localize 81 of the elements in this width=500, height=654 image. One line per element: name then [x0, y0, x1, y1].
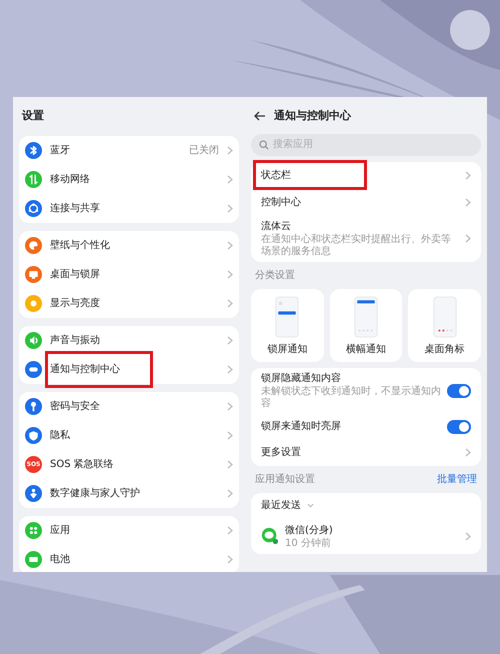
chat-bubble-icon: [261, 527, 279, 546]
row-label: 通知与控制中心: [50, 362, 121, 376]
sort-dropdown[interactable]: 最近发送: [261, 498, 301, 513]
toggle-switch[interactable]: [447, 420, 471, 434]
row-label: 壁纸与个性化: [50, 238, 111, 252]
settings-row[interactable]: 数字健康与家人守护: [25, 478, 233, 508]
row-label: 隐私: [50, 428, 71, 442]
settings-row[interactable]: 控制中心: [261, 188, 471, 216]
row-description: 在通知中心和状态栏实时提醒出行、外卖等场景的服务信息: [261, 234, 452, 258]
back-arrow-icon: [254, 111, 266, 122]
chevron-icon: [227, 402, 233, 410]
row-label: 锁屏来通知时亮屏: [261, 420, 342, 434]
chevron-icon: [227, 204, 233, 212]
settings-row[interactable]: 声音与振动: [25, 326, 233, 354]
row-label: 桌面与锁屏: [50, 268, 101, 282]
chevron-icon: [465, 198, 471, 206]
page-title: 通知与控制中心: [274, 108, 351, 124]
row-label: 电池: [50, 552, 71, 566]
category-tile[interactable]: 桌面角标: [408, 288, 482, 362]
row-description: 未解锁状态下收到通知时，不显示通知内容: [261, 386, 441, 410]
row-label: 密码与安全: [50, 400, 101, 414]
category-tile[interactable]: 锁屏通知: [251, 288, 324, 362]
row-label: 显示与亮度: [50, 296, 101, 310]
batch-manage-link[interactable]: 批量管理: [437, 472, 477, 486]
chevron-icon: [227, 336, 233, 344]
chevron-icon: [227, 488, 233, 498]
page-title: 设置: [20, 108, 45, 124]
row-label: 状态栏: [261, 168, 292, 182]
settings-row[interactable]: 锁屏隐藏通知内容 未解锁状态下收到通知时，不显示通知内容: [261, 368, 471, 414]
settings-row[interactable]: 移动网络: [25, 164, 233, 194]
row-label: SOS 紧急联络: [50, 458, 115, 472]
settings-row[interactable]: 锁屏来通知时亮屏: [261, 414, 471, 440]
row-label: 控制中心: [261, 196, 302, 210]
settings-row[interactable]: 显示与亮度: [25, 288, 233, 318]
chevron-icon: [465, 234, 471, 243]
row-label: 声音与振动: [50, 334, 101, 348]
chevron-icon: [227, 146, 233, 154]
tile-label: 锁屏通知: [267, 342, 308, 356]
row-label: 流体云: [261, 220, 292, 234]
section-label: 应用通知设置: [255, 472, 315, 486]
settings-row[interactable]: 电池: [25, 544, 233, 572]
settings-row[interactable]: 更多设置: [261, 440, 471, 466]
search-field[interactable]: 搜索应用: [251, 134, 481, 156]
chevron-icon: [227, 298, 233, 308]
chevron-icon: [227, 460, 233, 468]
settings-row[interactable]: 密码与安全: [25, 392, 233, 420]
section-label: 分类设置: [254, 268, 296, 282]
settings-row[interactable]: 通知与控制中心: [25, 354, 233, 384]
settings-row[interactable]: 壁纸与个性化: [25, 230, 233, 260]
app-name: 微信(分身): [285, 524, 334, 538]
row-label: 蓝牙: [50, 144, 71, 158]
row-label: 数字健康与家人守护: [50, 486, 141, 500]
row-value: 已关闭: [189, 144, 219, 158]
chevron-icon: [227, 526, 233, 534]
row-label: 移动网络: [50, 172, 91, 186]
settings-row[interactable]: 桌面与锁屏: [25, 260, 233, 288]
chevron-icon: [227, 430, 233, 440]
chevron-icon: [227, 364, 233, 374]
category-tile[interactable]: 横幅通知: [330, 288, 402, 362]
row-label: 更多设置: [261, 446, 302, 460]
chevron-icon: [227, 174, 233, 184]
chevron-icon: [227, 240, 233, 250]
toggle-switch[interactable]: [447, 384, 471, 398]
settings-row[interactable]: 应用: [25, 516, 233, 544]
tile-label: 桌面角标: [424, 342, 465, 356]
tile-label: 横幅通知: [346, 342, 386, 356]
row-label: 连接与共享: [50, 202, 101, 216]
settings-row[interactable]: 连接与共享: [25, 194, 233, 222]
chevron-icon: [227, 270, 233, 278]
chevron-icon: [227, 554, 233, 564]
settings-row[interactable]: 隐私: [25, 420, 233, 450]
chevron-icon: [465, 170, 471, 180]
chevron-icon: [465, 448, 471, 457]
caret-icon: [307, 503, 314, 508]
app-time: 10 分钟前: [285, 538, 332, 550]
app-row[interactable]: 微信(分身) 10 分钟前: [261, 518, 471, 554]
settings-row[interactable]: 蓝牙 已关闭: [25, 136, 233, 164]
chevron-icon: [465, 532, 471, 541]
settings-row[interactable]: 流体云 在通知中心和状态栏实时提醒出行、外卖等场景的服务信息: [261, 216, 471, 262]
row-label: 锁屏隐藏通知内容: [261, 372, 342, 386]
row-label: 应用: [50, 524, 71, 538]
